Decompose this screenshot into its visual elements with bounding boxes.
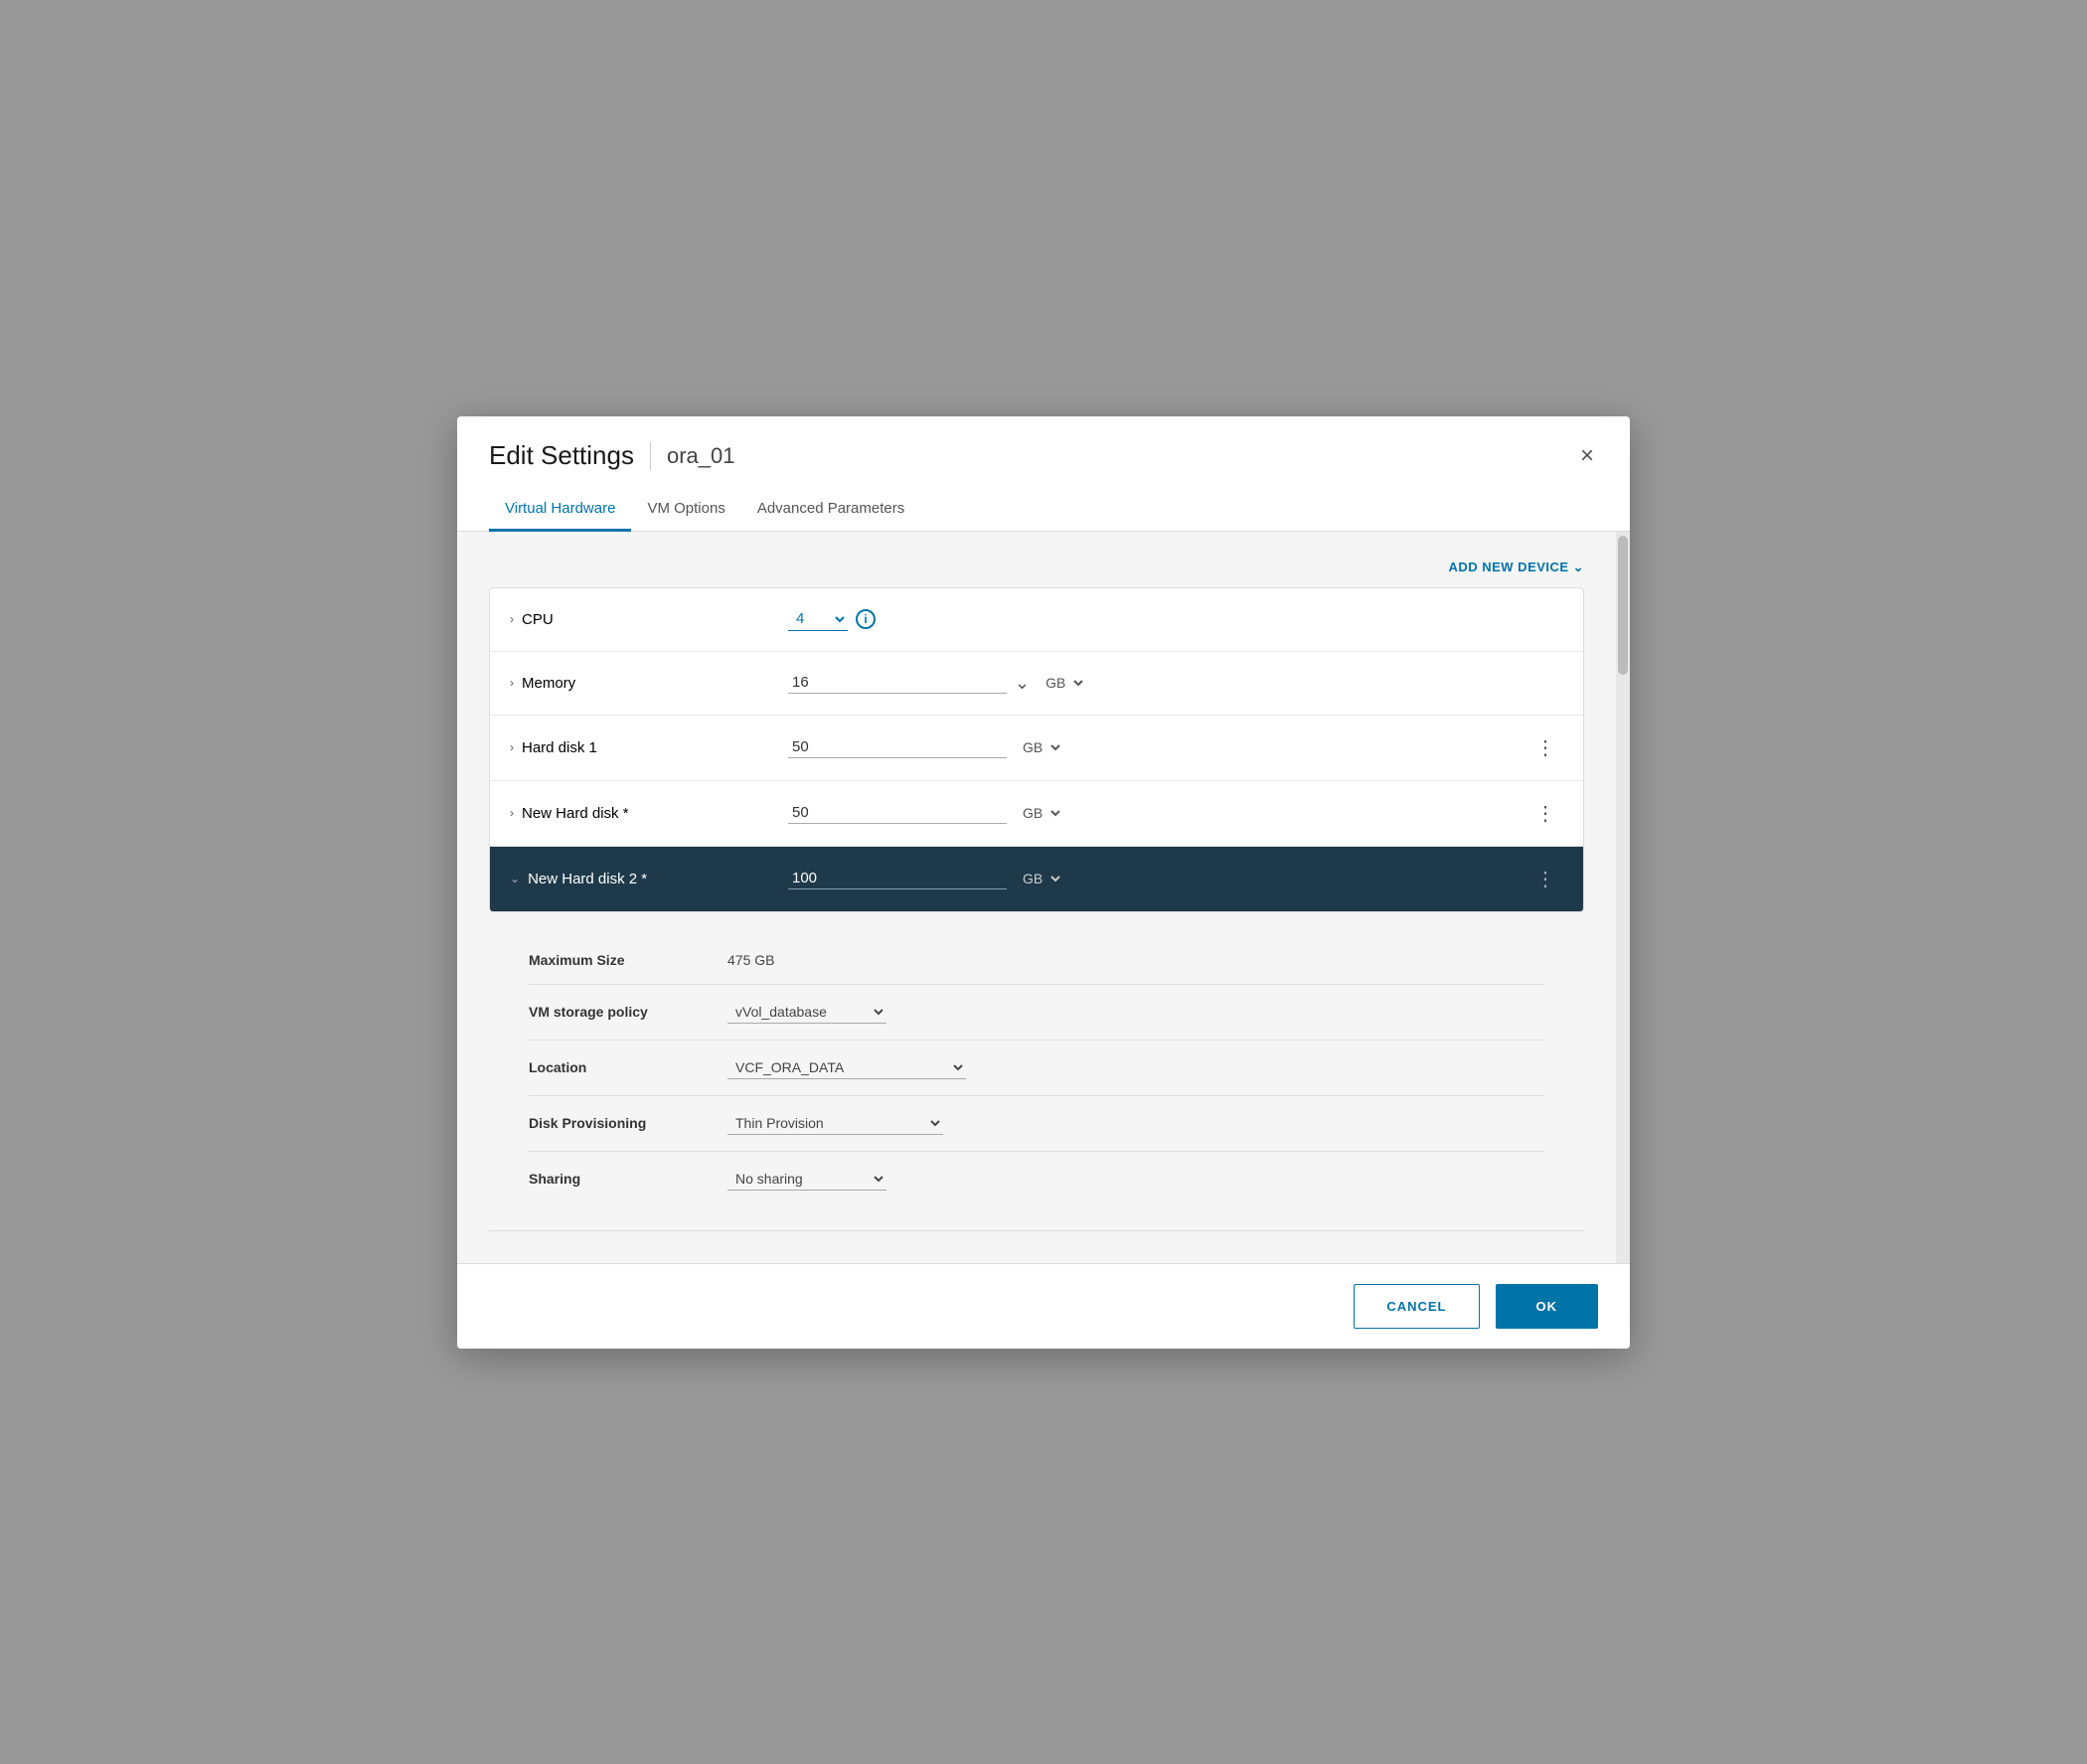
new-hard-disk-label: New Hard disk * xyxy=(522,805,629,822)
memory-unit-select[interactable]: GB MB xyxy=(1038,672,1086,694)
memory-label-group: › Memory xyxy=(510,675,788,692)
vm-name: ora_01 xyxy=(667,443,735,469)
hard-disk-1-input[interactable] xyxy=(788,736,1007,758)
scrollbar-thumb[interactable] xyxy=(1618,536,1628,675)
tab-advanced-parameters[interactable]: Advanced Parameters xyxy=(741,488,920,532)
tab-vm-options[interactable]: VM Options xyxy=(631,488,740,532)
hard-disk-1-chevron[interactable]: › xyxy=(510,740,514,754)
cancel-button[interactable]: CANCEL xyxy=(1354,1284,1479,1329)
new-hard-disk-value-group: GB MB TB xyxy=(788,802,1527,824)
new-hard-disk-input[interactable] xyxy=(788,802,1007,824)
cpu-chevron[interactable]: › xyxy=(510,612,514,626)
scroll-area: ADD NEW DEVICE ⌄ › CPU 4 xyxy=(457,532,1630,1263)
new-hard-disk-2-unit-select[interactable]: GB MB TB xyxy=(1015,868,1063,889)
add-new-device-button[interactable]: ADD NEW DEVICE ⌄ xyxy=(1448,560,1584,575)
new-hard-disk-2-menu-button[interactable]: ⋮ xyxy=(1527,863,1563,895)
new-hard-disk-row: › New Hard disk * GB MB TB ⋮ xyxy=(490,781,1583,847)
vm-storage-policy-select[interactable]: vVol_database xyxy=(727,1001,886,1024)
vm-storage-policy-label: VM storage policy xyxy=(529,1004,727,1020)
vm-storage-policy-row: VM storage policy vVol_database xyxy=(529,985,1544,1041)
hard-disk-1-row: › Hard disk 1 GB MB TB ⋮ xyxy=(490,716,1583,781)
hardware-table: › CPU 4 1 2 8 16 i xyxy=(489,587,1584,912)
close-button[interactable]: × xyxy=(1576,440,1598,472)
location-label: Location xyxy=(529,1059,727,1075)
memory-row: › Memory ⌄ GB MB xyxy=(490,652,1583,716)
new-hard-disk-2-input[interactable] xyxy=(788,868,1007,889)
vm-storage-policy-value-group: vVol_database xyxy=(727,1001,886,1024)
ok-button[interactable]: OK xyxy=(1496,1284,1599,1329)
add-new-device-label: ADD NEW DEVICE xyxy=(1448,560,1568,574)
disk-detail-panel: Maximum Size 475 GB VM storage policy vV… xyxy=(489,912,1584,1231)
disk-provisioning-label: Disk Provisioning xyxy=(529,1115,727,1131)
maximum-size-value: 475 GB xyxy=(727,952,774,968)
new-hard-disk-2-chevron[interactable]: ⌄ xyxy=(510,872,520,885)
memory-dropdown-icon: ⌄ xyxy=(1015,673,1030,694)
new-hard-disk-label-group: › New Hard disk * xyxy=(510,805,788,822)
cpu-label: CPU xyxy=(522,611,554,628)
memory-input[interactable] xyxy=(788,672,1007,694)
disk-provisioning-value-group: Thin Provision Thick Provision Lazy Zero… xyxy=(727,1112,943,1135)
new-hard-disk-2-value-group: GB MB TB xyxy=(788,868,1527,889)
memory-chevron[interactable]: › xyxy=(510,676,514,690)
hard-disk-1-label-group: › Hard disk 1 xyxy=(510,739,788,756)
title-divider xyxy=(650,442,651,470)
cpu-row: › CPU 4 1 2 8 16 i xyxy=(490,588,1583,652)
hard-disk-1-value-group: GB MB TB xyxy=(788,736,1527,758)
new-hard-disk-2-label: New Hard disk 2 * xyxy=(528,871,647,887)
cpu-select[interactable]: 4 1 2 8 16 xyxy=(788,607,848,631)
edit-settings-modal: Edit Settings ora_01 × Virtual Hardware … xyxy=(457,416,1630,1349)
location-value-group: VCF_ORA_DATA xyxy=(727,1056,966,1079)
new-hard-disk-unit-select[interactable]: GB MB TB xyxy=(1015,802,1063,824)
new-hard-disk-chevron[interactable]: › xyxy=(510,806,514,820)
new-hard-disk-2-row: ⌄ New Hard disk 2 * GB MB TB ⋮ xyxy=(490,847,1583,911)
cpu-value-group: 4 1 2 8 16 i xyxy=(788,607,1563,631)
sharing-select[interactable]: No sharing Multi-writer xyxy=(727,1168,886,1191)
sharing-value-group: No sharing Multi-writer xyxy=(727,1168,886,1191)
cpu-info-icon[interactable]: i xyxy=(856,609,876,629)
modal-header: Edit Settings ora_01 × xyxy=(457,416,1630,472)
sharing-label: Sharing xyxy=(529,1171,727,1187)
add-new-device-chevron: ⌄ xyxy=(1573,560,1584,575)
disk-provisioning-row: Disk Provisioning Thin Provision Thick P… xyxy=(529,1096,1544,1152)
disk-provisioning-select[interactable]: Thin Provision Thick Provision Lazy Zero… xyxy=(727,1112,943,1135)
hard-disk-1-label: Hard disk 1 xyxy=(522,739,597,756)
memory-value-group: ⌄ GB MB xyxy=(788,672,1563,694)
maximum-size-row: Maximum Size 475 GB xyxy=(529,936,1544,985)
cpu-label-group: › CPU xyxy=(510,611,788,628)
scrollbar-track xyxy=(1616,532,1630,1263)
location-select[interactable]: VCF_ORA_DATA xyxy=(727,1056,966,1079)
sharing-row: Sharing No sharing Multi-writer xyxy=(529,1152,1544,1206)
memory-label: Memory xyxy=(522,675,575,692)
new-hard-disk-menu-button[interactable]: ⋮ xyxy=(1527,797,1563,830)
title-group: Edit Settings ora_01 xyxy=(489,440,735,471)
info-symbol: i xyxy=(864,612,867,626)
tab-virtual-hardware[interactable]: Virtual Hardware xyxy=(489,488,631,532)
hard-disk-1-menu-button[interactable]: ⋮ xyxy=(1527,731,1563,764)
tab-bar: Virtual Hardware VM Options Advanced Par… xyxy=(457,488,1630,532)
modal-title: Edit Settings xyxy=(489,440,634,471)
location-row: Location VCF_ORA_DATA xyxy=(529,1041,1544,1096)
hard-disk-1-unit-select[interactable]: GB MB TB xyxy=(1015,736,1063,758)
new-hard-disk-2-label-group: ⌄ New Hard disk 2 * xyxy=(510,871,788,887)
toolbar: ADD NEW DEVICE ⌄ xyxy=(457,548,1616,587)
maximum-size-label: Maximum Size xyxy=(529,952,727,968)
modal-footer: CANCEL OK xyxy=(457,1263,1630,1349)
main-content: ADD NEW DEVICE ⌄ › CPU 4 xyxy=(457,532,1616,1263)
